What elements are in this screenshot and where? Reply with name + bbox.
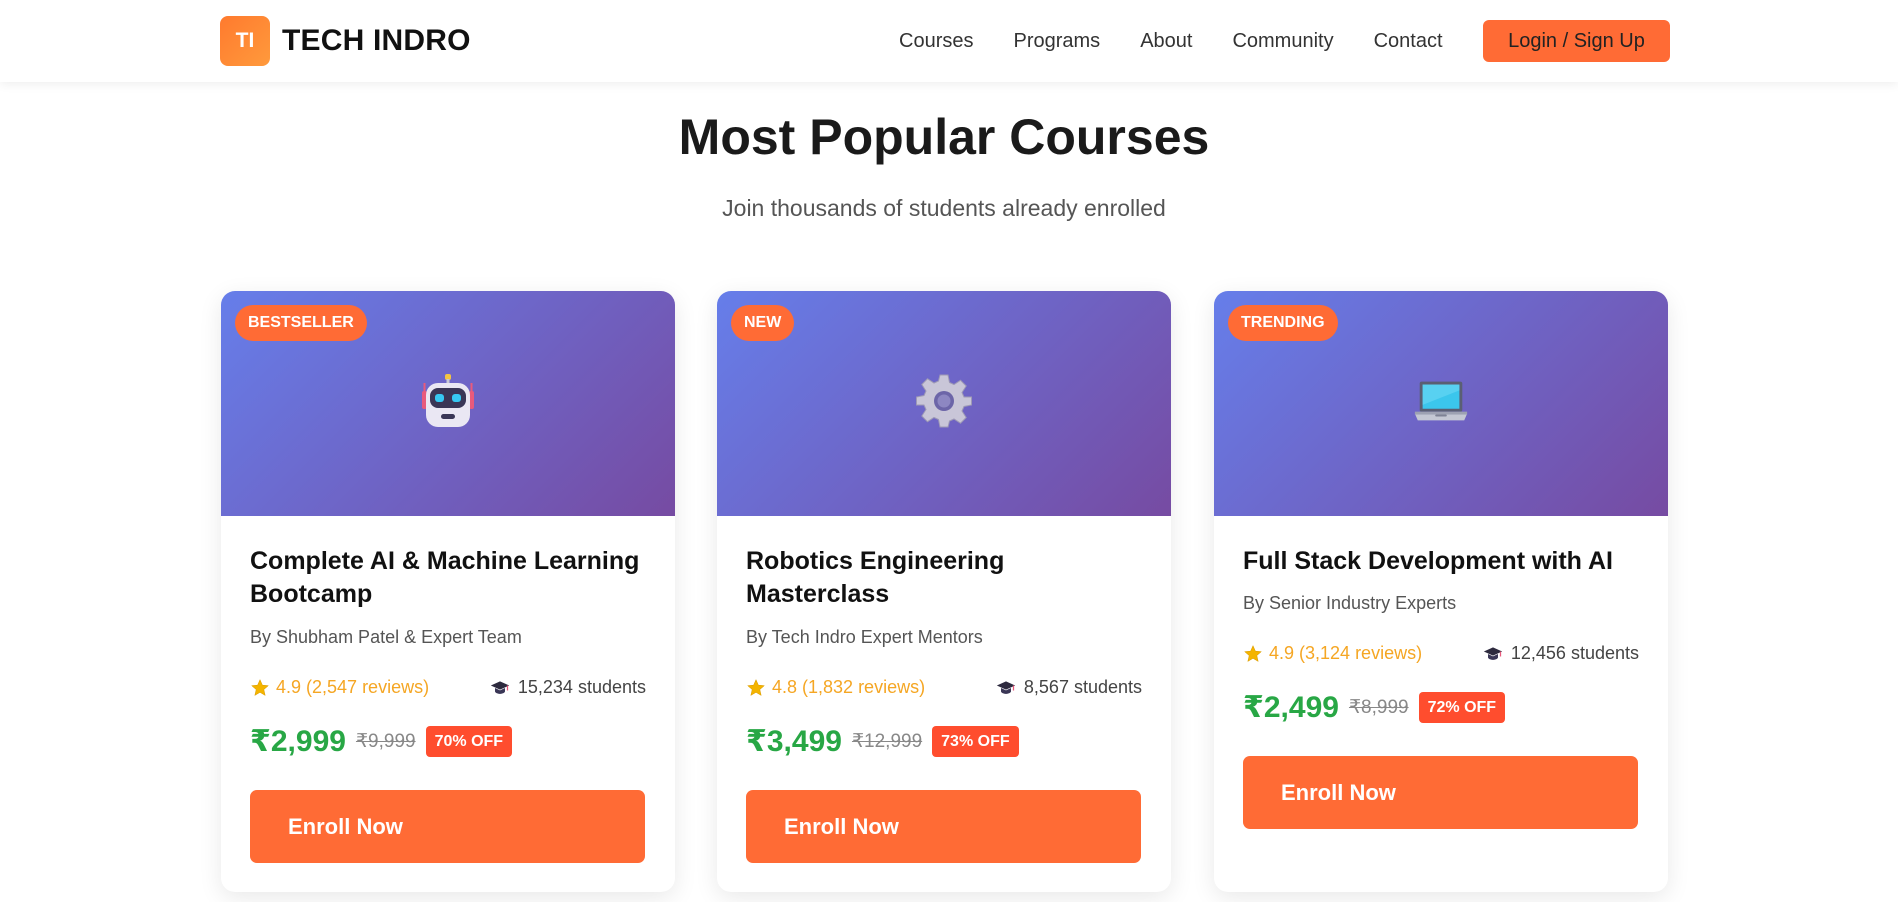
course-hero: NEW [717, 291, 1171, 516]
logo-mark: TI [220, 16, 270, 66]
laptop-icon [1411, 371, 1471, 431]
gear-icon [914, 371, 974, 431]
course-badge: NEW [731, 305, 795, 341]
section-title: Most Popular Courses [678, 109, 1210, 165]
course-author: By Shubham Patel & Expert Team [250, 627, 522, 647]
original-price: ₹9,999 [355, 731, 416, 752]
original-price: ₹8,999 [1348, 697, 1409, 718]
current-price: ₹2,999 [250, 725, 346, 758]
course-badge: BESTSELLER [235, 305, 367, 341]
rating-text: 4.9 (3,124 reviews) [1269, 643, 1423, 663]
course-hero: TRENDING [1214, 291, 1668, 516]
price-row: ₹3,499 ₹12,999 73% OFF [746, 724, 1019, 759]
course-students: 8,567 students [996, 677, 1142, 698]
nav-link-about[interactable]: About [1140, 30, 1192, 53]
enroll-now-button[interactable]: Enroll Now [746, 790, 1141, 863]
course-hero: BESTSELLER [221, 291, 675, 516]
top-navbar: TI TECH INDRO Courses Programs About Com… [0, 0, 1898, 82]
robot-icon [418, 371, 478, 431]
course-title[interactable]: Complete AI & Machine Learning Bootcamp [250, 545, 650, 611]
price-row: ₹2,499 ₹8,999 72% OFF [1243, 690, 1506, 725]
enroll-now-button[interactable]: Enroll Now [1243, 756, 1638, 829]
discount-badge: 70% OFF [425, 726, 513, 757]
nav-link-courses[interactable]: Courses [899, 30, 973, 53]
original-price: ₹12,999 [851, 731, 923, 752]
current-price: ₹2,499 [1243, 691, 1339, 724]
brand-name: TECH INDRO [282, 24, 471, 57]
course-students: 15,234 students [490, 677, 646, 698]
course-badge: TRENDING [1228, 305, 1338, 341]
brand-logo[interactable]: TI TECH INDRO [220, 16, 471, 66]
price-row: ₹2,999 ₹9,999 70% OFF [250, 724, 513, 759]
current-price: ₹3,499 [746, 725, 842, 758]
course-author: By Senior Industry Experts [1243, 593, 1457, 613]
discount-badge: 73% OFF [932, 726, 1019, 757]
nav-links: Courses Programs About Community Contact [899, 0, 1483, 82]
login-signup-button[interactable]: Login / Sign Up [1483, 20, 1670, 62]
enroll-now-button[interactable]: Enroll Now [250, 790, 645, 863]
students-text: 12,456 students [1510, 643, 1639, 663]
graduation-cap-icon [1483, 645, 1503, 663]
section-subtitle: Join thousands of students already enrol… [722, 195, 1166, 221]
course-rating: 4.9 (3,124 reviews) [1243, 643, 1422, 664]
students-text: 15,234 students [517, 677, 646, 697]
course-author: By Tech Indro Expert Mentors [746, 627, 983, 647]
graduation-cap-icon [490, 679, 510, 697]
course-card[interactable]: TRENDING Full Stack Development with AI … [1214, 291, 1668, 892]
graduation-cap-icon [996, 679, 1016, 697]
star-icon [250, 678, 270, 698]
course-title[interactable]: Robotics Engineering Masterclass [746, 545, 1146, 611]
rating-text: 4.9 (2,547 reviews) [276, 677, 430, 697]
course-students: 12,456 students [1483, 643, 1639, 664]
nav-link-programs[interactable]: Programs [1013, 30, 1100, 53]
course-rating: 4.8 (1,832 reviews) [746, 677, 925, 698]
course-rating: 4.9 (2,547 reviews) [250, 677, 429, 698]
star-icon [1243, 644, 1263, 664]
nav-link-contact[interactable]: Contact [1374, 30, 1443, 53]
course-card[interactable]: NEW Robotics Engineering Masterclass By … [717, 291, 1171, 892]
rating-text: 4.8 (1,832 reviews) [772, 677, 926, 697]
students-text: 8,567 students [1023, 677, 1142, 697]
course-card[interactable]: BESTSELLER Complete AI & Machine Learnin… [221, 291, 675, 892]
course-title[interactable]: Full Stack Development with AI [1243, 545, 1643, 578]
nav-link-community[interactable]: Community [1232, 30, 1333, 53]
discount-badge: 72% OFF [1418, 692, 1506, 723]
star-icon [746, 678, 766, 698]
